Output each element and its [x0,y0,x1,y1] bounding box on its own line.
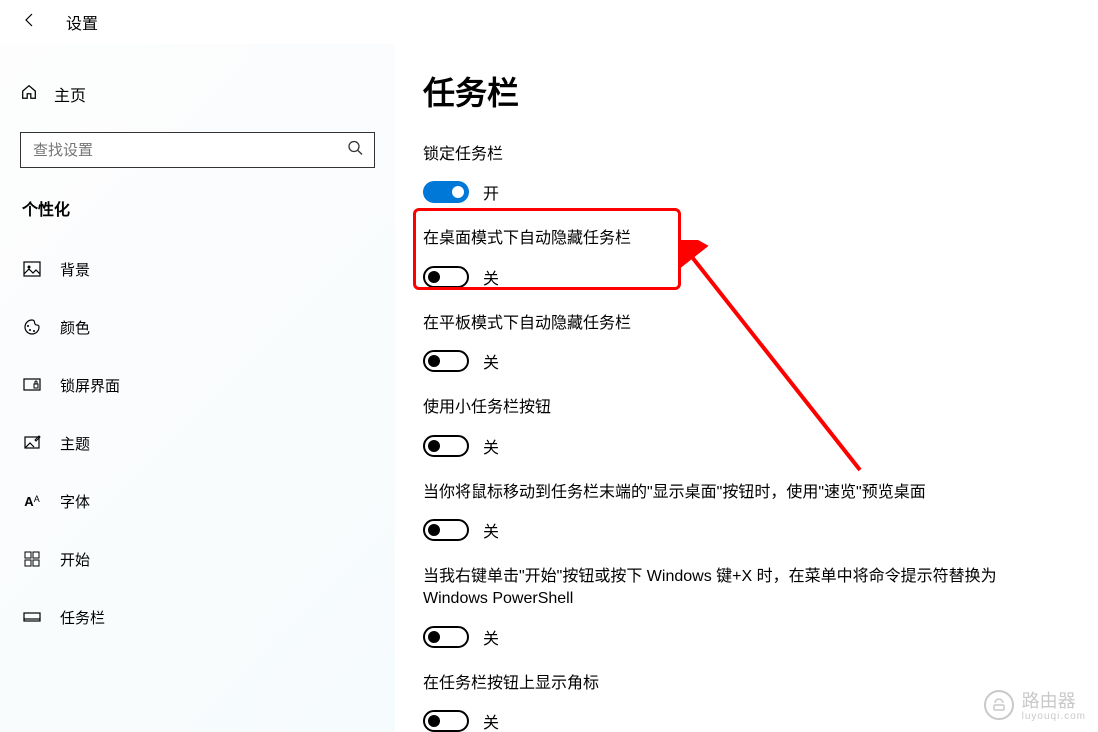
toggle-state: 关 [483,349,499,373]
sidebar-item-lockscreen[interactable]: 锁屏界面 [20,356,375,414]
sidebar-item-taskbar[interactable]: 任务栏 [20,588,375,646]
setting-small-buttons: 使用小任务栏按钮 关 [423,397,1068,457]
home-button[interactable]: 主页 [20,74,375,114]
toggle-state: 开 [483,180,499,204]
lockscreen-icon [22,376,42,394]
setting-peek-desktop: 当你将鼠标移动到任务栏末端的"显示桌面"按钮时，使用"速览"预览桌面 关 [423,482,1068,542]
setting-autohide-desktop: 在桌面模式下自动隐藏任务栏 关 [423,228,1068,288]
toggle-state: 关 [483,265,499,289]
sidebar-item-label: 任务栏 [60,607,105,628]
toggle-state: 关 [483,709,499,732]
page-heading: 任务栏 [423,68,1068,114]
search-box[interactable] [20,132,375,168]
setting-label: 在任务栏按钮上显示角标 [423,673,1023,695]
picture-icon [22,260,42,278]
router-icon [984,690,1014,720]
sidebar-item-label: 背景 [60,259,90,280]
watermark-text: 路由器 [1022,691,1076,711]
search-icon [347,140,363,161]
window-title: 设置 [66,10,98,34]
toggle-powershell[interactable] [423,626,469,648]
sidebar: 主页 个性化 背景 颜色 锁屏界面 [0,44,395,732]
setting-autohide-tablet: 在平板模式下自动隐藏任务栏 关 [423,313,1068,373]
home-icon [20,83,38,106]
category-header: 个性化 [20,196,375,220]
setting-label: 锁定任务栏 [423,144,1023,166]
content-pane: 任务栏 锁定任务栏 开 在桌面模式下自动隐藏任务栏 关 在平板模式下自动隐藏任务… [395,44,1098,732]
start-icon [22,551,42,567]
setting-label: 在平板模式下自动隐藏任务栏 [423,313,1023,335]
setting-label: 当我右键单击"开始"按钮或按下 Windows 键+X 时，在菜单中将命令提示符… [423,566,1023,611]
toggle-peek-desktop[interactable] [423,519,469,541]
toggle-autohide-tablet[interactable] [423,350,469,372]
setting-badges: 在任务栏按钮上显示角标 关 [423,673,1068,732]
watermark: 路由器 luyouqi.com [984,687,1086,722]
toggle-lock-taskbar[interactable] [423,181,469,203]
setting-label: 在桌面模式下自动隐藏任务栏 [423,228,1023,250]
sidebar-item-label: 开始 [60,549,90,570]
sidebar-item-colors[interactable]: 颜色 [20,298,375,356]
sidebar-item-background[interactable]: 背景 [20,240,375,298]
sidebar-item-fonts[interactable]: AA 字体 [20,472,375,530]
toggle-state: 关 [483,518,499,542]
setting-label: 使用小任务栏按钮 [423,397,1023,419]
toggle-state: 关 [483,625,499,649]
themes-icon [22,434,42,452]
search-input[interactable] [20,132,375,168]
back-arrow-icon[interactable] [22,12,38,33]
sidebar-item-themes[interactable]: 主题 [20,414,375,472]
titlebar: 设置 [0,0,1098,44]
taskbar-icon [22,608,42,626]
setting-powershell: 当我右键单击"开始"按钮或按下 Windows 键+X 时，在菜单中将命令提示符… [423,566,1068,649]
sidebar-item-label: 颜色 [60,317,90,338]
toggle-small-buttons[interactable] [423,435,469,457]
setting-label: 当你将鼠标移动到任务栏末端的"显示桌面"按钮时，使用"速览"预览桌面 [423,482,1023,504]
sidebar-item-start[interactable]: 开始 [20,530,375,588]
palette-icon [22,318,42,336]
setting-lock-taskbar: 锁定任务栏 开 [423,144,1068,204]
toggle-autohide-desktop[interactable] [423,266,469,288]
sidebar-item-label: 主题 [60,433,90,454]
toggle-badges[interactable] [423,710,469,732]
toggle-state: 关 [483,434,499,458]
fonts-icon: AA [22,494,42,509]
sidebar-item-label: 字体 [60,491,90,512]
watermark-sub: luyouqi.com [1022,711,1086,722]
home-label: 主页 [54,82,86,106]
sidebar-item-label: 锁屏界面 [60,375,120,396]
